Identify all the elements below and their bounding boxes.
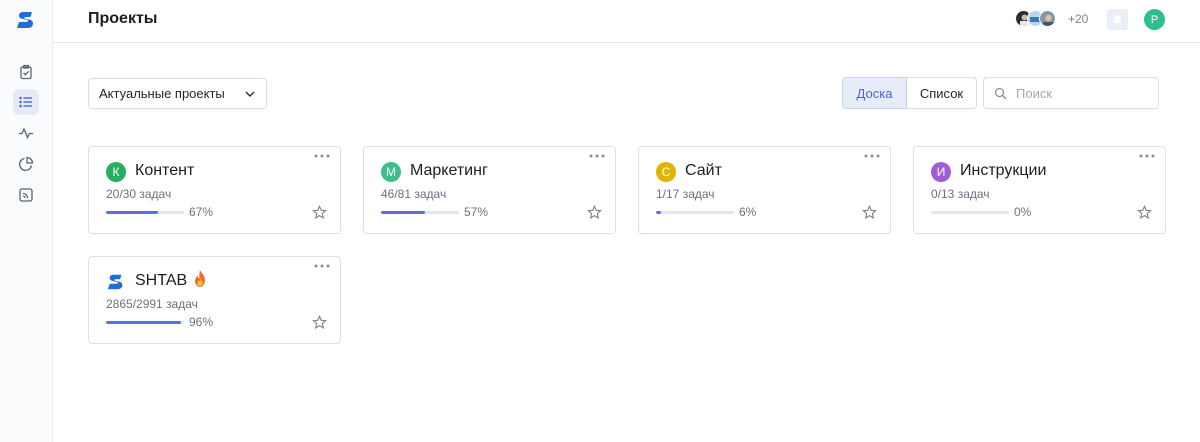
progress-percent: 96% xyxy=(189,315,214,329)
shtab-logo-icon xyxy=(107,274,123,290)
progress-percent: 0% xyxy=(1014,205,1032,219)
project-name[interactable]: Инструкции xyxy=(960,162,1046,180)
star-icon[interactable] xyxy=(587,205,602,220)
more-options-icon[interactable] xyxy=(1139,152,1155,160)
project-initial-badge: М xyxy=(381,162,401,182)
progress-percent: 57% xyxy=(464,205,489,219)
notifications-button[interactable] xyxy=(1107,9,1128,30)
pie-chart-icon xyxy=(18,156,34,172)
more-members-count[interactable]: +20 xyxy=(1068,12,1088,26)
project-name[interactable]: SHTAB xyxy=(135,272,187,290)
chevron-down-icon xyxy=(245,91,255,97)
project-name[interactable]: Маркетинг xyxy=(410,162,488,180)
progress-fill xyxy=(106,321,181,324)
fire-icon xyxy=(195,270,205,287)
project-card[interactable]: К Контент 20/30 задач 67% xyxy=(88,146,341,234)
board-view-button[interactable]: Доска xyxy=(842,77,907,109)
header: Проекты +20 P xyxy=(53,0,1200,43)
project-name[interactable]: Контент xyxy=(135,162,194,180)
progress-bar xyxy=(656,211,734,214)
sidebar xyxy=(0,0,53,442)
progress-percent: 67% xyxy=(189,205,214,219)
project-card[interactable]: С Сайт 1/17 задач 6% xyxy=(638,146,891,234)
project-initial-badge: К xyxy=(106,162,126,182)
shtab-logo-icon[interactable] xyxy=(15,9,37,31)
more-options-icon[interactable] xyxy=(314,152,330,160)
star-icon[interactable] xyxy=(312,205,327,220)
progress-fill xyxy=(106,211,159,214)
view-toggle: Доска Список xyxy=(842,77,977,109)
nav-reports[interactable] xyxy=(13,151,39,177)
project-card[interactable]: SHTAB 2865/2991 задач 96% xyxy=(88,256,341,344)
project-card[interactable]: И Инструкции 0/13 задач 0% xyxy=(913,146,1166,234)
progress-bar xyxy=(106,211,184,214)
rss-feed-icon xyxy=(19,188,33,202)
search-input[interactable] xyxy=(1016,85,1146,101)
progress-bar xyxy=(931,211,1009,214)
nav-activity[interactable] xyxy=(13,120,39,146)
project-card[interactable]: М Маркетинг 46/81 задач 57% xyxy=(363,146,616,234)
project-task-count: 0/13 задач xyxy=(931,187,990,201)
progress-fill xyxy=(381,211,426,214)
more-options-icon[interactable] xyxy=(864,152,880,160)
more-options-icon[interactable] xyxy=(314,262,330,270)
bell-icon xyxy=(1113,14,1122,25)
star-icon[interactable] xyxy=(1137,205,1152,220)
nav-tasks[interactable] xyxy=(13,59,39,85)
list-view-button[interactable]: Список xyxy=(907,77,977,109)
clipboard-check-icon xyxy=(20,64,32,80)
user-avatar[interactable]: P xyxy=(1144,9,1165,30)
progress-bar xyxy=(106,321,184,324)
project-task-count: 1/17 задач xyxy=(656,187,715,201)
search-icon xyxy=(994,87,1007,100)
page-title: Проекты xyxy=(88,10,158,27)
progress-bar xyxy=(381,211,459,214)
member-avatar[interactable] xyxy=(1039,10,1056,27)
star-icon[interactable] xyxy=(312,315,327,330)
more-options-icon[interactable] xyxy=(589,152,605,160)
activity-pulse-icon xyxy=(19,127,33,140)
search-box[interactable] xyxy=(983,77,1159,109)
nav-feed[interactable] xyxy=(13,182,39,208)
progress-fill xyxy=(656,211,661,214)
progress-percent: 6% xyxy=(739,205,757,219)
list-icon xyxy=(19,96,32,108)
project-task-count: 2865/2991 задач xyxy=(106,297,198,311)
project-task-count: 20/30 задач xyxy=(106,187,172,201)
project-initial-badge: С xyxy=(656,162,676,182)
project-task-count: 46/81 задач xyxy=(381,187,447,201)
star-icon[interactable] xyxy=(862,205,877,220)
project-initial-badge: И xyxy=(931,162,951,182)
nav-projects[interactable] xyxy=(13,89,39,115)
project-name[interactable]: Сайт xyxy=(685,162,722,180)
filter-selected-label: Актуальные проекты xyxy=(99,86,225,101)
project-filter-select[interactable]: Актуальные проекты xyxy=(88,78,267,109)
